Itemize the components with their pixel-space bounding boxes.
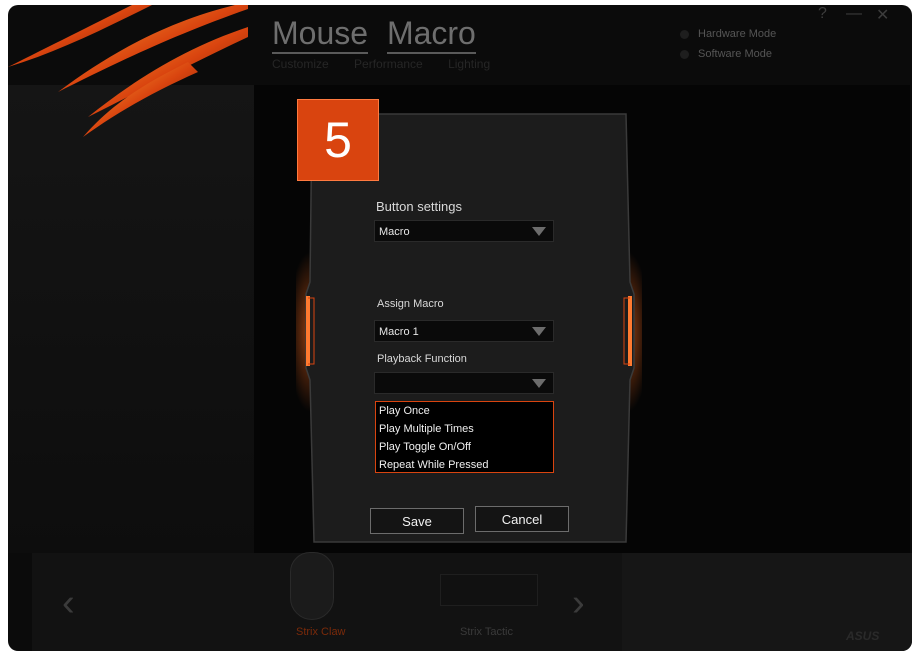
button-settings-dropdown[interactable]: Macro [374, 220, 554, 242]
mode-label: Software Mode [698, 48, 772, 60]
radio-icon [680, 49, 689, 59]
list-item[interactable]: Repeat While Pressed [379, 458, 553, 476]
chevron-down-icon [532, 379, 546, 388]
tab-mouse[interactable]: Mouse [272, 15, 369, 54]
close-icon[interactable]: ✕ [876, 5, 889, 25]
radio-icon [680, 29, 689, 39]
list-item[interactable]: Play Toggle On/Off [379, 440, 553, 458]
sub-navigation: Customize Performance Lighting [272, 57, 512, 71]
claw-logo [8, 5, 248, 137]
subnav-lighting[interactable]: Lighting [448, 57, 490, 71]
minimize-icon[interactable]: — [846, 5, 862, 23]
dropdown-value: Macro [379, 226, 410, 238]
subnav-performance[interactable]: Performance [354, 57, 423, 71]
cancel-button[interactable]: Cancel [475, 506, 569, 532]
hardware-mode-option[interactable]: Hardware Mode [680, 28, 776, 40]
strix-tactic-mouse-image[interactable] [440, 574, 538, 606]
software-mode-option[interactable]: Software Mode [680, 48, 772, 60]
playback-function-label: Playback Function [377, 353, 467, 365]
device-label-strix-claw[interactable]: Strix Claw [296, 626, 346, 638]
save-button[interactable]: Save [370, 508, 464, 534]
help-icon[interactable]: ? [818, 5, 827, 23]
playback-function-dropdown[interactable] [374, 372, 554, 394]
dropdown-value: Macro 1 [379, 326, 419, 338]
tab-macro[interactable]: Macro [386, 15, 476, 54]
chevron-down-icon [532, 327, 546, 336]
top-tabs: Mouse Macro [272, 15, 486, 54]
list-item[interactable]: Play Once [379, 404, 553, 422]
step-number-badge: 5 [298, 100, 378, 180]
button-settings-label: Button settings [376, 199, 462, 214]
asus-logo: ASUS [846, 629, 880, 643]
chevron-down-icon [532, 227, 546, 236]
chevron-right-icon[interactable]: › [572, 582, 585, 625]
assign-macro-dropdown[interactable]: Macro 1 [374, 320, 554, 342]
mode-label: Hardware Mode [698, 28, 777, 40]
device-label-strix-tactic[interactable]: Strix Tactic [460, 626, 513, 638]
assign-macro-label: Assign Macro [377, 298, 444, 310]
strix-claw-mouse-image[interactable] [290, 552, 334, 620]
playback-options-list: Play Once Play Multiple Times Play Toggl… [375, 401, 554, 473]
left-panel [8, 85, 254, 553]
chevron-left-icon[interactable]: ‹ [62, 582, 75, 625]
subnav-customize[interactable]: Customize [272, 57, 329, 71]
list-item[interactable]: Play Multiple Times [379, 422, 553, 440]
